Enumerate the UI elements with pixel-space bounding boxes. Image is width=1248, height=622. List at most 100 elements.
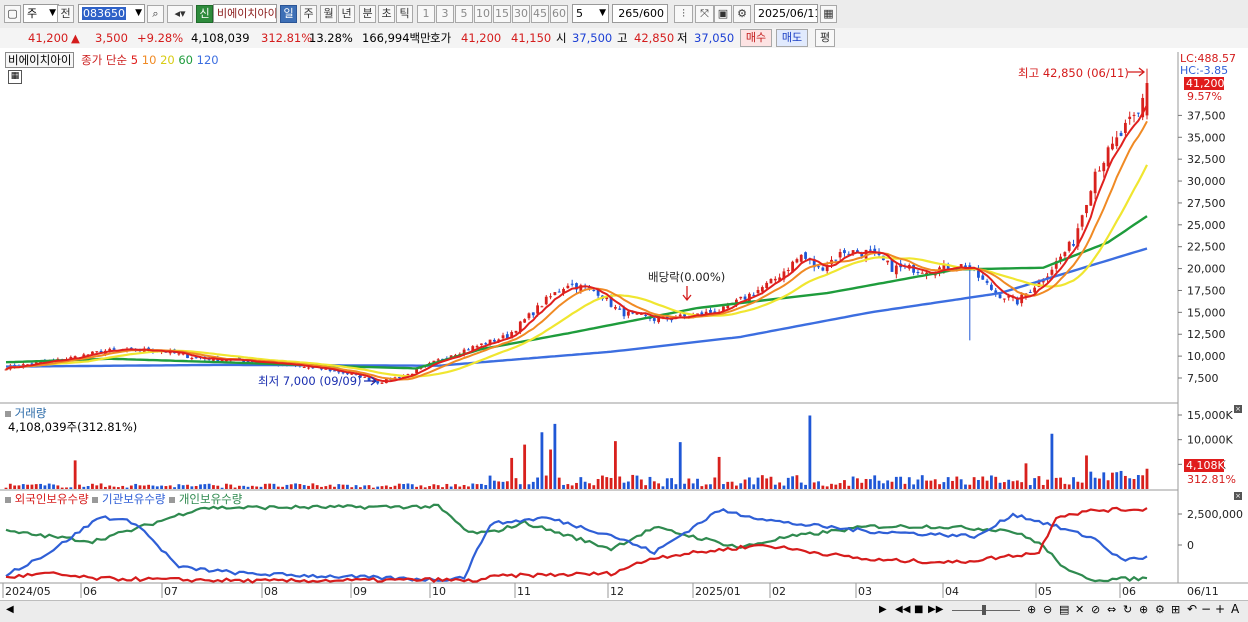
save-icon[interactable]: ▣ [714, 5, 732, 23]
volume-bar [134, 483, 138, 489]
refresh-icon[interactable]: ↻ [1123, 603, 1132, 616]
close-icon[interactable]: × [1234, 492, 1242, 500]
period-button[interactable]: 년 [338, 5, 355, 23]
period-button[interactable]: 주 [300, 5, 317, 23]
period-button[interactable]: 초 [378, 5, 395, 23]
gear-icon[interactable]: ⚙ [733, 5, 751, 23]
forward-icon[interactable]: ▶▶ [928, 604, 943, 615]
candle-body [1080, 215, 1084, 227]
volume-bar [786, 477, 790, 489]
legend-ma120: 120 [196, 53, 219, 67]
undo-icon[interactable]: ↶ [1187, 602, 1197, 616]
square-icon [5, 497, 11, 503]
settings-icon[interactable]: ⚙ [1155, 603, 1165, 616]
chart-area[interactable]: 7,500 10,000 12,500 15,000 17,500 20,000 22,50… [0, 48, 1248, 601]
window-icon[interactable]: ▢ [4, 5, 21, 23]
stop-icon[interactable]: ■ [914, 604, 923, 615]
candle-body [739, 296, 743, 299]
zoom-out-icon[interactable]: ⊖ [1043, 603, 1052, 616]
buy-button[interactable]: 매수 [740, 29, 772, 47]
minute-button[interactable]: 1 [417, 5, 435, 23]
minute-button[interactable]: 60 [550, 5, 568, 23]
calendar-icon[interactable]: ▦ [820, 5, 837, 23]
bottom-scrollbar[interactable]: ◀ ▶ ◀◀ ■ ▶▶ ⊕ ⊖ ▤ ✕ ⊘ ⇔ ↻ ⊕ ⚙ ⊞ ↶ − + A [0, 600, 1248, 622]
volume-bar [328, 484, 332, 489]
volume-bar [626, 481, 630, 489]
plus-icon[interactable]: + [1215, 602, 1225, 616]
chart-icon[interactable]: ⊞ [1171, 603, 1180, 616]
volume-bar [116, 487, 120, 489]
minute-button[interactable]: 15 [493, 5, 511, 23]
close-icon[interactable]: × [1234, 405, 1242, 413]
minute-button[interactable]: 45 [531, 5, 549, 23]
volume-bar [687, 478, 691, 489]
x-tick-label: 07 [164, 585, 178, 598]
ask-value: 41,200 [461, 31, 502, 45]
candle-body [467, 349, 470, 351]
candle-body [557, 291, 561, 293]
minus-icon[interactable]: − [1201, 602, 1211, 616]
link-icon[interactable]: ⊘ [1091, 603, 1100, 616]
candle-body [376, 381, 380, 384]
code-input[interactable]: 083650 ▼ [78, 4, 145, 23]
low-value: 37,050 [694, 31, 735, 45]
volume-bar [1063, 483, 1067, 489]
volume-bar [912, 484, 916, 489]
volume-bar [661, 486, 665, 489]
chevron-down-icon: ▼ [49, 8, 56, 18]
candle-body [480, 343, 483, 345]
candle-body [756, 290, 760, 294]
zoom-in-icon[interactable]: ⊕ [1027, 603, 1036, 616]
scroll-right-icon[interactable]: ▶ [879, 604, 887, 615]
volume-bar [363, 485, 367, 489]
volume-bar [1067, 484, 1071, 489]
table-icon[interactable]: ▦ [8, 70, 22, 84]
grid-icon[interactable]: ▤ [1059, 603, 1069, 616]
chart-svg[interactable]: 7,500 10,000 12,500 15,000 17,500 20,000 22,50… [0, 48, 1248, 601]
date-input[interactable]: 2025/06/11 [754, 4, 818, 23]
period-button[interactable]: 틱 [396, 5, 413, 23]
volume-bar [903, 483, 907, 489]
speaker-icon[interactable]: ◂▾ [167, 5, 193, 23]
count-input[interactable]: 265/600 [612, 4, 668, 23]
volume-bar [160, 485, 163, 489]
candle-icon[interactable]: ⫶ [674, 5, 693, 23]
change-pct: +9.28% [137, 31, 184, 45]
volume-bar [713, 477, 717, 489]
minute-button[interactable]: 30 [512, 5, 530, 23]
zoom-slider-track[interactable] [952, 610, 1020, 611]
period-button[interactable]: 월 [320, 5, 337, 23]
zoom-in-icon[interactable]: ⊕ [1139, 603, 1148, 616]
scroll-left-icon[interactable]: ◀ [6, 604, 14, 615]
rewind-icon[interactable]: ◀◀ [895, 604, 910, 615]
candle-body [397, 377, 401, 379]
search-icon[interactable]: ⌕ [147, 5, 164, 23]
current-pct-label: 9.57% [1187, 90, 1222, 103]
minute-button[interactable]: 3 [436, 5, 454, 23]
candle-body [626, 311, 630, 316]
interval-select[interactable]: 5 ▼ [572, 4, 609, 23]
candle-body [981, 275, 985, 280]
volume-bar [1085, 455, 1088, 489]
price-tick-label: 37,500 [1187, 109, 1226, 122]
zoom-slider-thumb[interactable] [982, 605, 986, 615]
period-button[interactable]: 일 [280, 5, 297, 23]
volume-bar [177, 484, 181, 489]
crosshair-icon[interactable]: ⤧ [695, 5, 714, 23]
volume-bar [726, 481, 730, 489]
sell-button[interactable]: 매도 [776, 29, 808, 47]
quote-bar: 41,200 ▲ 3,500 +9.28% 4,108,039 312.81% … [0, 28, 1248, 49]
minute-button[interactable]: 5 [455, 5, 473, 23]
period-button[interactable]: 분 [359, 5, 376, 23]
font-icon[interactable]: A [1231, 602, 1239, 616]
cross-icon[interactable]: ✕ [1075, 603, 1084, 616]
arrows-icon[interactable]: ⇔ [1107, 603, 1116, 616]
volume-bar [955, 476, 959, 489]
eval-button[interactable]: 평 [815, 29, 835, 47]
candle-body [1111, 143, 1114, 150]
volume-bar [769, 476, 773, 489]
minute-button[interactable]: 10 [474, 5, 492, 23]
market-select[interactable]: 주 ▼ [23, 4, 59, 23]
volume-bar [683, 483, 686, 489]
prev-button[interactable]: 전 [57, 5, 74, 23]
